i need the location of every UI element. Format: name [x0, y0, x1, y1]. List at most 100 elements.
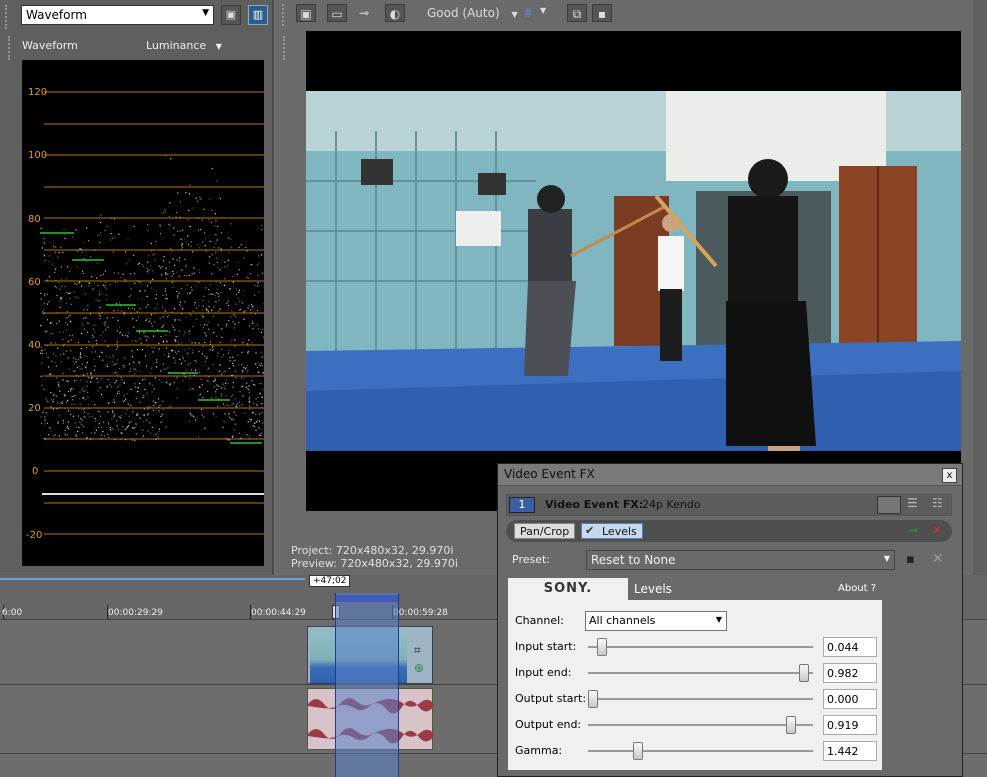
scale-label: 120 — [28, 87, 47, 98]
add-fx-icon[interactable]: ⊸ — [908, 523, 918, 537]
overlays-grid-icon[interactable]: # — [523, 6, 533, 24]
panel-splitter[interactable] — [272, 0, 274, 575]
video-preview-image — [306, 91, 961, 451]
save-preset-icon[interactable]: ▪ — [906, 552, 915, 567]
split-screen-button[interactable]: ◐ — [385, 4, 405, 22]
delete-preset-icon[interactable]: ✕ — [932, 551, 944, 567]
crop-icon[interactable]: ⌗ — [414, 643, 421, 658]
preset-row: Preset: Reset to None ▼ ▪ ✕ — [506, 548, 952, 572]
levels-plugin-panel: SONY. Levels About ? Channel: All channe… — [508, 578, 882, 770]
list-view-icon[interactable]: ☰ — [907, 496, 918, 510]
param-label: Input end: — [515, 666, 572, 679]
chevron-down-icon[interactable]: ▼ — [540, 6, 546, 24]
fx-header-value: 24p Kendo — [642, 498, 701, 511]
input-start-field[interactable]: 0.044 — [823, 637, 877, 657]
preview-info: Project: 720x480x32, 29.970i Preview: 72… — [291, 544, 458, 570]
waveform-scope: 120 100 80 60 40 20 0 -20 — [22, 60, 264, 566]
slider-thumb[interactable] — [799, 664, 810, 682]
slider-thumb[interactable] — [633, 742, 644, 760]
output-end-field[interactable]: 0.919 — [823, 715, 877, 735]
fx-header-label: Video Event FX: — [545, 498, 644, 511]
slider-thumb[interactable] — [597, 638, 608, 656]
scale-label: -20 — [26, 530, 42, 541]
video-event-fx-dialog: Video Event FX x 1 Video Event FX: 24p K… — [497, 463, 963, 777]
about-button[interactable]: About ? — [838, 583, 876, 594]
external-monitor-button[interactable]: ▭ — [327, 4, 347, 22]
loop-region-bar[interactable] — [0, 578, 305, 580]
param-label: Input start: — [515, 640, 577, 653]
channel-label: Channel: — [515, 614, 564, 627]
chain-number-badge[interactable]: 1 — [509, 497, 535, 513]
fx-chain-item-pan-crop[interactable]: Pan/Crop — [514, 523, 576, 539]
panel-grip — [283, 36, 287, 60]
output-start-field[interactable]: 0.000 — [823, 689, 877, 709]
copy-snapshot-button[interactable]: ⧉ — [567, 4, 587, 22]
timecode-label: 6:00 — [2, 608, 23, 618]
scope-grid — [44, 91, 264, 535]
scope-header-label: Waveform — [22, 39, 78, 52]
remove-fx-icon[interactable]: ✕ — [932, 523, 942, 537]
fx-chain-item-label: Levels — [602, 525, 637, 538]
preview-properties-button[interactable]: ▣ — [296, 4, 316, 22]
preview-resolution-info: Preview: 720x480x32, 29.970i — [291, 557, 458, 570]
panel-grip — [8, 36, 12, 60]
chain-view-button[interactable] — [877, 496, 901, 514]
selection-region[interactable] — [335, 593, 399, 777]
timecode-label: 00:00:59:28 — [393, 608, 448, 618]
param-row-output-start: Output start: 0.000 — [515, 688, 877, 710]
luminance-mode-dropdown[interactable]: Luminance ▼ — [146, 39, 222, 52]
kendo-scene — [306, 91, 961, 451]
scale-label: 60 — [28, 277, 41, 288]
region-length-badge: +47;02 — [309, 575, 351, 587]
preview-scrollbar[interactable] — [973, 0, 987, 575]
timecode-label: 00:00:29:29 — [108, 608, 163, 618]
param-row-output-end: Output end: 0.919 — [515, 714, 877, 736]
preview-quality-value: Good (Auto) — [427, 6, 500, 20]
chevron-down-icon: ▼ — [202, 8, 209, 18]
scale-label: 40 — [28, 340, 41, 351]
input-end-slider[interactable] — [588, 664, 813, 682]
update-scopes-button[interactable]: ▥ — [248, 5, 268, 25]
scope-type-value: Waveform — [26, 8, 87, 22]
param-row-input-start: Input start: 0.044 — [515, 636, 877, 658]
input-end-field[interactable]: 0.982 — [823, 663, 877, 683]
project-info: Project: 720x480x32, 29.970i — [291, 544, 454, 557]
dialog-title[interactable]: Video Event FX — [498, 464, 962, 486]
scale-label: 80 — [28, 214, 41, 225]
chevron-down-icon: ▼ — [715, 615, 722, 624]
close-button[interactable]: x — [942, 468, 957, 483]
waveform-trace — [40, 155, 264, 442]
channel-dropdown[interactable]: All channels ▼ — [585, 611, 727, 631]
param-row-input-end: Input end: 0.982 — [515, 662, 877, 684]
preset-value: Reset to None — [591, 553, 676, 567]
fx-chain-item-levels[interactable]: ✔ Levels — [581, 523, 643, 539]
panel-grip[interactable] — [5, 5, 9, 29]
event-fx-icon[interactable]: ⊕ — [414, 661, 424, 675]
video-fx-icon[interactable]: ⊸ — [359, 6, 369, 24]
scale-label: 20 — [28, 403, 41, 414]
output-start-slider[interactable] — [588, 690, 813, 708]
param-row-gamma: Gamma: 1.442 — [515, 740, 877, 762]
video-scopes-panel: Waveform ▼ ▣ ▥ Waveform Luminance ▼ 120 … — [0, 0, 272, 575]
scope-type-dropdown[interactable]: Waveform ▼ — [21, 5, 214, 25]
sony-logo: SONY. — [508, 578, 628, 600]
save-snapshot-button[interactable]: ▪ — [592, 4, 612, 22]
slider-thumb[interactable] — [588, 690, 598, 708]
gamma-field[interactable]: 1.442 — [823, 741, 877, 761]
chevron-down-icon: ▼ — [215, 42, 222, 51]
preset-dropdown[interactable]: Reset to None ▼ — [586, 550, 895, 570]
scale-label: 100 — [28, 150, 47, 161]
slider-thumb[interactable] — [785, 716, 796, 734]
scope-settings-button[interactable]: ▣ — [221, 5, 241, 25]
checkmark-icon[interactable]: ✔ — [585, 523, 594, 538]
panel-grip[interactable] — [282, 4, 286, 26]
input-start-slider[interactable] — [588, 638, 813, 656]
gamma-slider[interactable] — [588, 742, 813, 760]
preview-quality-dropdown[interactable]: Good (Auto) ▼ — [427, 6, 518, 24]
output-end-slider[interactable] — [588, 716, 813, 734]
channel-row: Channel: All channels ▼ — [515, 610, 877, 632]
plugin-header: SONY. Levels About ? — [508, 578, 882, 600]
chevron-down-icon: ▼ — [883, 554, 890, 563]
timecode-label: 00:00:44:29 — [251, 608, 306, 618]
grid-view-icon[interactable]: ☷ — [932, 496, 943, 510]
